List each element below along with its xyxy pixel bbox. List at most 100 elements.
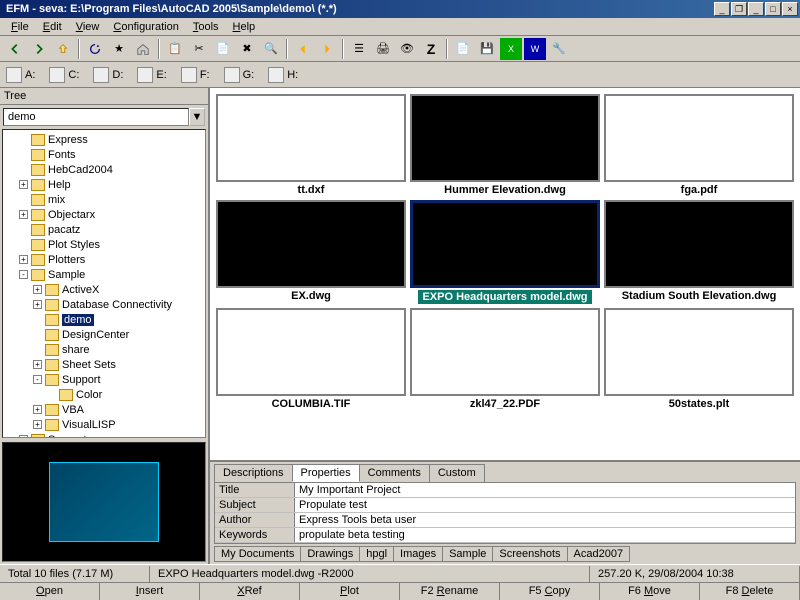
thumbnail-item[interactable]: Stadium South Elevation.dwg	[604, 200, 794, 304]
tree-item[interactable]: Fonts	[5, 147, 203, 162]
tree-item[interactable]: -Support	[5, 372, 203, 387]
tree-item[interactable]: DesignCenter	[5, 327, 203, 342]
fn-button[interactable]: F2 Rename	[400, 583, 500, 600]
tree-toggle[interactable]: +	[19, 210, 28, 219]
favorites-button[interactable]: ★	[108, 38, 130, 60]
tree-toggle[interactable]: -	[33, 375, 42, 384]
up-button[interactable]	[52, 38, 74, 60]
tree-item[interactable]: +ActiveX	[5, 282, 203, 297]
tree-item[interactable]: pacatz	[5, 222, 203, 237]
tree-item[interactable]: Color	[5, 387, 203, 402]
tree-toggle[interactable]: +	[33, 360, 42, 369]
tree-toggle[interactable]: +	[19, 180, 28, 189]
menu-configuration[interactable]: Configuration	[106, 20, 185, 34]
home-button[interactable]	[132, 38, 154, 60]
tree-item[interactable]: +VBA	[5, 402, 203, 417]
thumbnail-item[interactable]: EX.dwg	[216, 200, 406, 304]
tree-item[interactable]: Plot Styles	[5, 237, 203, 252]
tab-descriptions[interactable]: Descriptions	[214, 464, 293, 482]
thumbnail-item[interactable]: fga.pdf	[604, 94, 794, 196]
save-icon[interactable]: 💾	[476, 38, 498, 60]
excel-icon[interactable]: X	[500, 38, 522, 60]
close-button[interactable]: ×	[782, 2, 798, 16]
prop-value[interactable]: Propulate test	[295, 498, 795, 512]
drive-c[interactable]: C:	[49, 67, 79, 83]
back-button[interactable]	[4, 38, 26, 60]
tree-item[interactable]: share	[5, 342, 203, 357]
drive-g[interactable]: G:	[224, 67, 255, 83]
prop-value[interactable]: Express Tools beta user	[295, 513, 795, 527]
tree-item[interactable]: +Support	[5, 432, 203, 438]
view-button[interactable]: ☰	[348, 38, 370, 60]
restore-button[interactable]: ❐	[731, 2, 747, 16]
folder-combo[interactable]	[3, 108, 189, 126]
delete-button[interactable]: ✖	[236, 38, 258, 60]
nav-left-button[interactable]	[292, 38, 314, 60]
bolt-icon[interactable]: Z	[420, 38, 442, 60]
thumbnail-item[interactable]: COLUMBIA.TIF	[216, 308, 406, 410]
tree-toggle[interactable]: +	[33, 420, 42, 429]
tree-item[interactable]: +Help	[5, 177, 203, 192]
menu-edit[interactable]: Edit	[36, 20, 69, 34]
drive-e[interactable]: E:	[137, 67, 166, 83]
thumbnail-item[interactable]: 50states.plt	[604, 308, 794, 410]
location-tab[interactable]: hpgl	[359, 546, 394, 562]
tree-item[interactable]: Express	[5, 132, 203, 147]
location-tab[interactable]: Acad2007	[567, 546, 631, 562]
tree-item[interactable]: +Plotters	[5, 252, 203, 267]
drive-f[interactable]: F:	[181, 67, 210, 83]
doc-icon[interactable]: 📄	[452, 38, 474, 60]
location-tab[interactable]: Images	[393, 546, 443, 562]
tab-comments[interactable]: Comments	[359, 464, 430, 482]
tree-item[interactable]: +VisualLISP	[5, 417, 203, 432]
location-tab[interactable]: My Documents	[214, 546, 301, 562]
fn-button[interactable]: Open	[0, 583, 100, 600]
copy-button[interactable]: 📋	[164, 38, 186, 60]
menu-help[interactable]: Help	[226, 20, 263, 34]
prop-value[interactable]: propulate beta testing	[295, 528, 795, 542]
fn-button[interactable]: F8 Delete	[700, 583, 800, 600]
refresh-button[interactable]	[84, 38, 106, 60]
tree-item[interactable]: +Objectarx	[5, 207, 203, 222]
tab-properties[interactable]: Properties	[292, 464, 360, 482]
thumbnail-item[interactable]: EXPO Headquarters model.dwg	[410, 200, 600, 304]
tree-item[interactable]: +Database Connectivity	[5, 297, 203, 312]
drive-a[interactable]: A:	[6, 67, 35, 83]
location-tab[interactable]: Sample	[442, 546, 493, 562]
tab-custom[interactable]: Custom	[429, 464, 485, 482]
menu-tools[interactable]: Tools	[186, 20, 226, 34]
find-button[interactable]: 🔍	[260, 38, 282, 60]
folder-tree[interactable]: ExpressFontsHebCad2004+Helpmix+Objectarx…	[2, 129, 206, 438]
tree-toggle[interactable]: +	[33, 285, 42, 294]
fn-button[interactable]: XRef	[200, 583, 300, 600]
thumbnail-item[interactable]: Hummer Elevation.dwg	[410, 94, 600, 196]
forward-button[interactable]	[28, 38, 50, 60]
fn-button[interactable]: F6 Move	[600, 583, 700, 600]
nav-right-button[interactable]	[316, 38, 338, 60]
fn-button[interactable]: Insert	[100, 583, 200, 600]
location-tab[interactable]: Drawings	[300, 546, 360, 562]
tree-toggle[interactable]: +	[19, 255, 28, 264]
app-icon[interactable]: 🔧	[548, 38, 570, 60]
location-tab[interactable]: Screenshots	[492, 546, 567, 562]
fn-button[interactable]: F5 Copy	[500, 583, 600, 600]
paste-button[interactable]: 📄	[212, 38, 234, 60]
tree-item[interactable]: +Sheet Sets	[5, 357, 203, 372]
minimize-button[interactable]: _	[714, 2, 730, 16]
print-button[interactable]: 🖨	[372, 38, 394, 60]
combo-dropdown-button[interactable]: ▼	[189, 108, 205, 126]
cut-button[interactable]: ✂	[188, 38, 210, 60]
menu-file[interactable]: File	[4, 20, 36, 34]
maximize-button[interactable]: □	[765, 2, 781, 16]
tree-toggle[interactable]: +	[19, 435, 28, 438]
tree-toggle[interactable]: +	[33, 405, 42, 414]
tree-item[interactable]: demo	[5, 312, 203, 327]
minimize2-button[interactable]: _	[748, 2, 764, 16]
tree-item[interactable]: mix	[5, 192, 203, 207]
prop-value[interactable]: My Important Project	[295, 483, 795, 497]
thumbnail-item[interactable]: zkl47_22.PDF	[410, 308, 600, 410]
thumbnail-grid[interactable]: tt.dxfHummer Elevation.dwgfga.pdf EX.dwgE…	[210, 88, 800, 460]
thumbnail-item[interactable]: tt.dxf	[216, 94, 406, 196]
tree-item[interactable]: HebCad2004	[5, 162, 203, 177]
eye-icon[interactable]: 👁	[396, 38, 418, 60]
